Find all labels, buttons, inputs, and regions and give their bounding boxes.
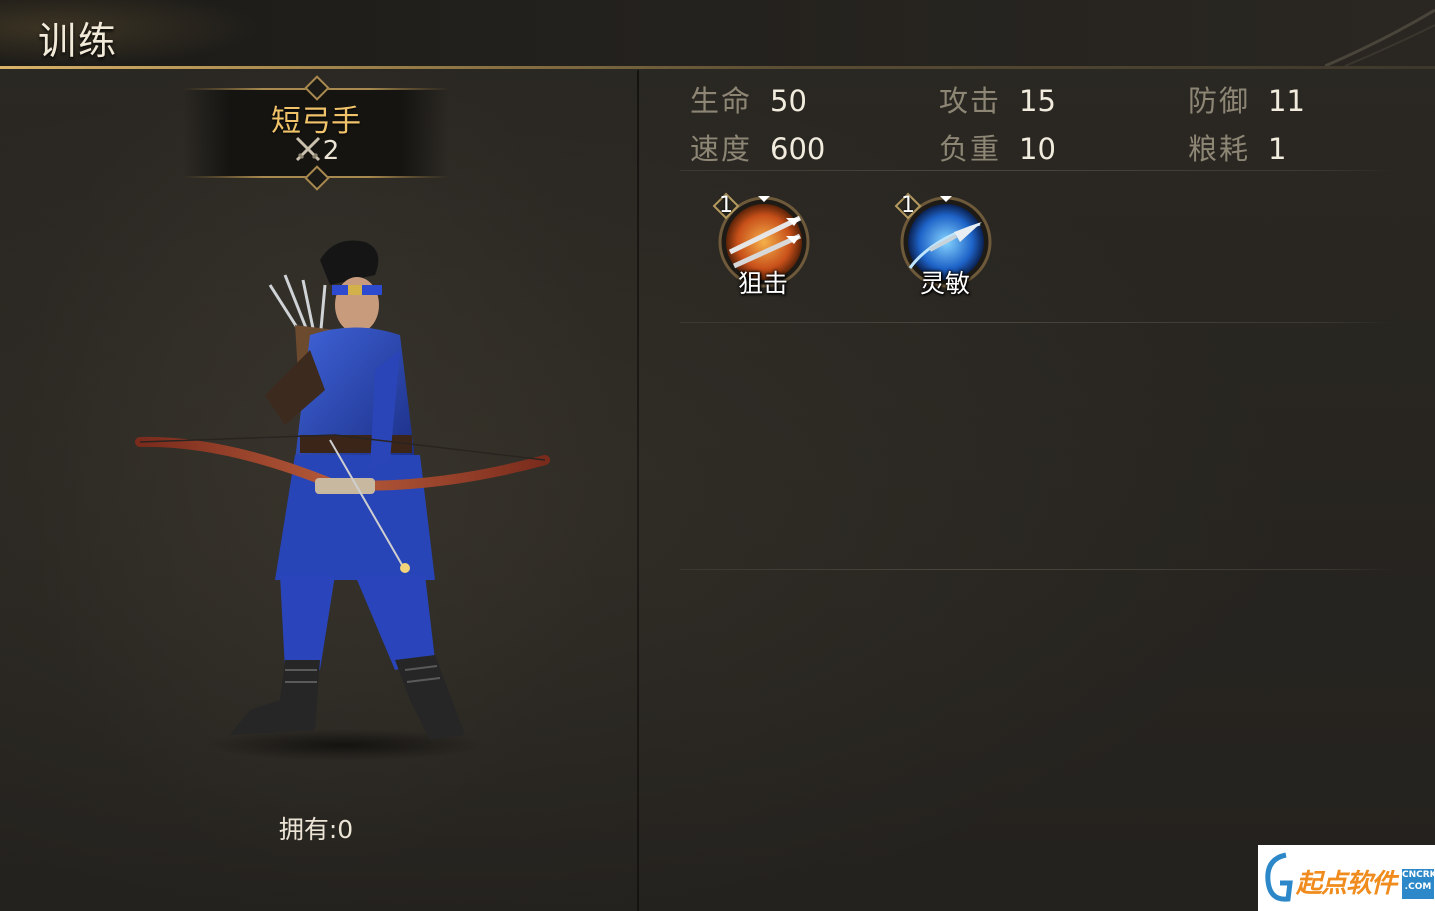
stat-value: 11 xyxy=(1268,84,1305,118)
stat-label: 负重 xyxy=(939,132,1002,166)
watermark-text: 起点软件 xyxy=(1296,869,1397,899)
owned-count: 拥有:0 xyxy=(278,815,354,844)
skill-name: 狙击 xyxy=(737,269,788,298)
header-bar: 训练 xyxy=(0,0,1435,68)
divider-line xyxy=(680,322,1395,323)
stat-value: 1 xyxy=(1268,132,1287,166)
header-divider xyxy=(0,66,1435,69)
archer-character-illustration[interactable] xyxy=(135,230,555,760)
stat-attack: 攻击 15 xyxy=(939,78,1056,120)
watermark-badge-bottom: .COM xyxy=(1404,882,1432,892)
stat-value: 600 xyxy=(770,132,826,166)
watermark-badge: CNCRK .COM xyxy=(1402,869,1435,899)
stat-food-cost: 粮耗 1 xyxy=(1188,126,1286,168)
panel-divider xyxy=(637,70,639,911)
skill-name: 灵敏 xyxy=(919,269,970,298)
stat-value: 10 xyxy=(1019,132,1056,166)
stat-load: 负重 10 xyxy=(939,126,1056,168)
watermark-logo-icon xyxy=(1265,852,1293,902)
unit-name-plate: 短弓手 2 xyxy=(183,75,449,191)
watermark-badge-top: CNCRK xyxy=(1402,870,1435,880)
crossed-swords-icon xyxy=(295,136,320,162)
stat-label: 速度 xyxy=(690,132,753,166)
stat-defense: 防御 11 xyxy=(1188,78,1305,120)
page-title: 训练 xyxy=(38,19,119,63)
stat-hp: 生命 50 xyxy=(690,78,807,120)
stat-speed: 速度 600 xyxy=(690,126,825,168)
unit-tier: 2 xyxy=(183,134,449,166)
skill-level: 1 xyxy=(719,193,733,218)
skill-level: 1 xyxy=(901,193,915,218)
divider-line xyxy=(680,569,1395,570)
stat-value: 15 xyxy=(1019,84,1056,118)
stat-value: 50 xyxy=(770,84,807,118)
stat-label: 粮耗 xyxy=(1188,132,1251,166)
stat-label: 攻击 xyxy=(939,84,1002,118)
skill-agility[interactable]: 1 灵敏 xyxy=(890,190,1000,310)
header-ornament-icon xyxy=(1325,8,1435,66)
stat-label: 生命 xyxy=(690,84,753,118)
site-watermark: 起点软件 CNCRK .COM xyxy=(1258,845,1435,911)
unit-tier-value: 2 xyxy=(322,136,340,166)
divider-line xyxy=(680,170,1395,171)
training-screen: 训练 短弓手 2 拥有:0 生命 50 攻击 15 防御 11 速度 600 负… xyxy=(0,0,1435,911)
skill-snipe[interactable]: 1 狙击 xyxy=(708,190,818,310)
stat-label: 防御 xyxy=(1188,84,1251,118)
